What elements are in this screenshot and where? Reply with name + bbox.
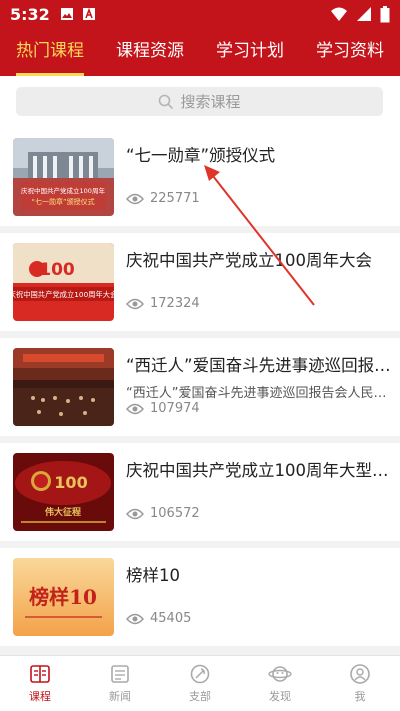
party-icon	[190, 664, 210, 684]
nav-item-branch[interactable]: 支部	[160, 656, 240, 711]
course-title: 庆祝中国共产党成立100周年大型情...	[126, 461, 391, 480]
nav-label: 发现	[269, 690, 291, 703]
status-time: 5:32	[10, 4, 50, 24]
nav-item-courses[interactable]: 课程	[0, 656, 80, 711]
eye-icon	[126, 613, 144, 624]
view-count-value: 225771	[150, 191, 200, 206]
view-count: 45405	[126, 611, 191, 626]
thumb-caption: 100	[39, 260, 75, 280]
course-thumbnail: 100 庆祝中国共产党成立100周年大会	[13, 243, 114, 321]
thumb-caption: 庆祝中国共产党成立100周年	[21, 186, 105, 195]
view-count-value: 45405	[150, 611, 192, 626]
search-bar: 搜索课程	[0, 76, 400, 128]
tab-course-resources[interactable]: 课程资源	[100, 28, 200, 76]
tab-study-plan[interactable]: 学习计划	[200, 28, 300, 76]
nav-label: 支部	[189, 690, 211, 703]
news-icon	[111, 665, 129, 683]
course-title: 庆祝中国共产党成立100周年大会	[126, 251, 372, 270]
eye-icon	[126, 403, 144, 414]
nav-item-discover[interactable]: 发现	[240, 656, 320, 711]
status-bar: 5:32	[0, 0, 400, 28]
tab-hot-courses[interactable]: 热门课程	[0, 28, 100, 76]
course-thumbnail: 100 伟大征程	[13, 453, 114, 531]
book-icon	[30, 665, 50, 683]
course-thumbnail: 榜样10	[13, 558, 114, 636]
user-icon	[350, 664, 370, 684]
nav-label: 课程	[29, 690, 51, 703]
course-title: 榜样10	[126, 566, 180, 585]
search-placeholder: 搜索课程	[180, 93, 241, 111]
view-count: 106572	[126, 506, 200, 521]
thumb-caption: 榜样10	[29, 585, 97, 609]
course-title: “西迁人”爱国奋斗先进事迹巡回报告...	[126, 356, 391, 375]
course-card[interactable]: 庆祝中国共产党成立100周年 “七一勋章”颁授仪式 “七一勋章”颁授仪式 225…	[0, 128, 400, 226]
nav-item-me[interactable]: 我	[320, 656, 400, 711]
discover-icon	[268, 666, 292, 682]
bottom-nav: 课程 新闻 支部 发现 我	[0, 655, 400, 711]
eye-icon	[126, 298, 144, 309]
course-thumbnail: 庆祝中国共产党成立100周年 “七一勋章”颁授仪式	[13, 138, 114, 216]
image-icon	[60, 8, 73, 20]
view-count: 172324	[126, 296, 200, 311]
wifi-icon	[331, 7, 347, 21]
nav-label: 我	[354, 690, 366, 703]
view-count: 225771	[126, 191, 200, 206]
a-icon	[82, 7, 95, 20]
nav-label: 新闻	[109, 690, 131, 703]
thumb-caption: “七一勋章”颁授仪式	[31, 197, 94, 206]
view-count: 107974	[126, 401, 200, 416]
course-tabs: 热门课程 课程资源 学习计划 学习资料	[0, 28, 400, 76]
eye-icon	[126, 508, 144, 519]
thumb-caption: 庆祝中国共产党成立100周年大会	[13, 290, 114, 299]
eye-icon	[126, 193, 144, 204]
course-card[interactable]: 榜样10 榜样10 45405	[0, 548, 400, 646]
course-title: “七一勋章”颁授仪式	[126, 146, 276, 165]
battery-icon	[380, 5, 390, 22]
tab-study-materials[interactable]: 学习资料	[300, 28, 400, 76]
course-card[interactable]: “西迁人”爱国奋斗先进事迹巡回报告... “西迁人”爱国奋斗先进事迹巡回报告会人…	[0, 338, 400, 436]
thumb-caption: 100	[54, 473, 87, 492]
view-count-value: 107974	[150, 401, 200, 416]
course-card[interactable]: 100 庆祝中国共产党成立100周年大会 庆祝中国共产党成立100周年大会 17…	[0, 233, 400, 331]
view-count-value: 172324	[150, 296, 200, 311]
nav-item-news[interactable]: 新闻	[80, 656, 160, 711]
search-input[interactable]: 搜索课程	[16, 87, 383, 116]
search-icon	[159, 94, 174, 109]
signal-icon	[357, 7, 371, 21]
thumb-caption: 伟大征程	[45, 506, 81, 518]
course-subtitle: “西迁人”爱国奋斗先进事迹巡回报告会人民大会...	[126, 386, 391, 401]
view-count-value: 106572	[150, 506, 200, 521]
course-thumbnail	[13, 348, 114, 426]
course-card[interactable]: 100 伟大征程 庆祝中国共产党成立100周年大型情... 106572	[0, 443, 400, 541]
